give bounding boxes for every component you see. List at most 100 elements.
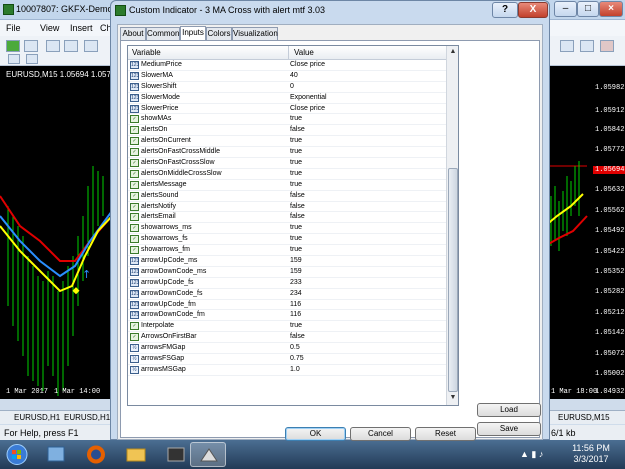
variable-value[interactable]: true [290, 322, 302, 329]
mt4-taskbar-icon[interactable] [190, 442, 226, 467]
reset-button[interactable]: Reset [415, 427, 476, 441]
variable-value[interactable]: false [290, 203, 305, 210]
variable-value[interactable]: true [290, 181, 302, 188]
variable-value[interactable]: true [290, 235, 302, 242]
variable-value[interactable]: true [290, 159, 302, 166]
new-order-icon[interactable] [6, 40, 20, 52]
cancel-button[interactable]: Cancel [350, 427, 411, 441]
table-row[interactable]: ✓ alertsOnFastCrossSlow true [128, 158, 446, 169]
variable-value[interactable]: false [290, 126, 305, 133]
table-row[interactable]: 123 SlowerPrice Close price [128, 104, 446, 115]
line-tool-icon[interactable] [26, 54, 38, 64]
variable-value[interactable]: false [290, 213, 305, 220]
variable-value[interactable]: 116 [290, 311, 301, 318]
table-row[interactable]: ½ arrowsMSGap 1.0 [128, 365, 446, 376]
table-row[interactable]: ✓ alertsOnFastCrossMiddle true [128, 147, 446, 159]
column-variable[interactable]: Variable [132, 48, 161, 57]
variable-value[interactable]: false [290, 192, 305, 199]
chart-tab-1[interactable]: EURUSD,H1 [14, 413, 60, 422]
table-row[interactable]: ½ arrowsFSGap 0.75 [128, 354, 446, 365]
variable-value[interactable]: 116 [290, 301, 301, 308]
maximize-button[interactable]: □ [577, 1, 599, 17]
table-row[interactable]: 123 arrowDownCode_ms 159 [128, 267, 446, 278]
variable-value[interactable]: Exponential [290, 94, 327, 101]
dialog-close-button[interactable]: X [518, 2, 548, 18]
tab-visualization[interactable]: Visualization [232, 27, 278, 41]
variable-value[interactable]: Close price [290, 105, 325, 112]
scroll-thumb[interactable] [448, 168, 458, 392]
table-row[interactable]: ✓ showMAs true [128, 114, 446, 126]
alert-icon[interactable] [600, 40, 614, 52]
table-row[interactable]: ✓ alertsNotify false [128, 202, 446, 213]
table-row[interactable]: ✓ showarrows_ms true [128, 223, 446, 235]
table-row[interactable]: ✓ alertsEmail false [128, 212, 446, 224]
minimize-button[interactable]: – [554, 1, 577, 17]
table-row[interactable]: ✓ ArrowsOnFirstBar false [128, 332, 446, 344]
table-row[interactable]: ✓ alertsOnCurrent true [128, 136, 446, 148]
tab-about[interactable]: About [120, 27, 146, 41]
variable-value[interactable]: 233 [290, 279, 302, 286]
table-row[interactable]: ✓ Interpolate true [128, 321, 446, 333]
chart-tab-2[interactable]: EURUSD,H1 [64, 413, 110, 422]
help-button[interactable]: ? [492, 2, 518, 18]
table-row[interactable]: ½ arrowsFMGap 0.5 [128, 343, 446, 355]
variable-value[interactable]: Close price [290, 61, 325, 68]
tab-common[interactable]: Common [146, 27, 180, 41]
experts-icon[interactable] [560, 40, 574, 52]
menu-file[interactable]: File [6, 23, 21, 33]
variable-value[interactable]: true [290, 115, 302, 122]
table-row[interactable]: 123 arrowDownCode_fs 234 [128, 289, 446, 300]
table-row[interactable]: ✓ alertsOnMiddleCrossSlow true [128, 169, 446, 180]
table-row[interactable]: 123 SlowerMode Exponential [128, 93, 446, 104]
variable-value[interactable]: 0.75 [290, 355, 304, 362]
table-row[interactable]: 123 arrowUpCode_fs 233 [128, 278, 446, 289]
close-window-button[interactable]: × [599, 1, 623, 17]
firefox-icon[interactable] [78, 442, 114, 467]
table-row[interactable]: 123 arrowUpCode_fm 116 [128, 300, 446, 311]
variable-value[interactable]: false [290, 333, 305, 340]
table-row[interactable]: 123 MediumPrice Close price [128, 60, 446, 71]
save-button[interactable]: Save [477, 422, 541, 436]
new-chart-icon[interactable] [24, 40, 38, 52]
variable-value[interactable]: 1.0 [290, 366, 300, 373]
variable-value[interactable]: true [290, 148, 302, 155]
terminal-icon[interactable] [158, 442, 194, 467]
settings-icon[interactable] [580, 40, 594, 52]
folder-icon[interactable] [118, 442, 154, 467]
table-row[interactable]: 123 SlowerShift 0 [128, 82, 446, 93]
variable-value[interactable]: 40 [290, 72, 298, 79]
menu-insert[interactable]: Insert [70, 23, 93, 33]
explorer-icon[interactable] [38, 442, 74, 467]
ok-button[interactable]: OK [285, 427, 346, 441]
variable-value[interactable]: 159 [290, 268, 302, 275]
grid-scrollbar[interactable]: ▲ ▼ [446, 46, 458, 405]
table-row[interactable]: ✓ alertsOn false [128, 125, 446, 137]
table-row[interactable]: ✓ alertsMessage true [128, 180, 446, 191]
variable-value[interactable]: true [290, 170, 302, 177]
chart-tab-3[interactable]: EURUSD,M15 [558, 413, 610, 422]
table-row[interactable]: 123 SlowerMA 40 [128, 71, 446, 82]
column-value[interactable]: Value [294, 48, 314, 57]
windows-start-icon[interactable] [2, 442, 32, 467]
table-row[interactable]: ✓ showarrows_fm true [128, 245, 446, 257]
taskbar-clock[interactable]: 11:56 PM 3/3/2017 [565, 443, 617, 465]
table-row[interactable]: 123 arrowUpCode_ms 159 [128, 256, 446, 267]
table-row[interactable]: 123 arrowDownCode_fm 116 [128, 310, 446, 322]
variable-value[interactable]: 0.5 [290, 344, 300, 351]
profiles-icon[interactable] [46, 40, 60, 52]
variable-value[interactable]: 0 [290, 83, 294, 90]
column-separator[interactable] [288, 46, 289, 60]
table-row[interactable]: ✓ showarrows_fs true [128, 234, 446, 246]
chart-right-visible[interactable]: 1 Mar 18:00 1.05982 1.05912 1.05842 1.05… [545, 66, 625, 399]
scroll-down-arrow[interactable]: ▼ [447, 392, 458, 404]
market-watch-icon[interactable] [84, 40, 98, 52]
chart-left-visible[interactable]: EURUSD,M15 1.05694 1.05711 1. ↑ 1 Mar 20… [0, 66, 112, 399]
variable-value[interactable]: 159 [290, 257, 302, 264]
menu-view[interactable]: View [40, 23, 59, 33]
scroll-up-arrow[interactable]: ▲ [447, 46, 458, 58]
load-button[interactable]: Load [477, 403, 541, 417]
crosshair-icon[interactable] [8, 54, 20, 64]
table-row[interactable]: ✓ alertsSound false [128, 191, 446, 202]
variable-value[interactable]: 234 [290, 290, 302, 297]
variable-value[interactable]: true [290, 224, 302, 231]
